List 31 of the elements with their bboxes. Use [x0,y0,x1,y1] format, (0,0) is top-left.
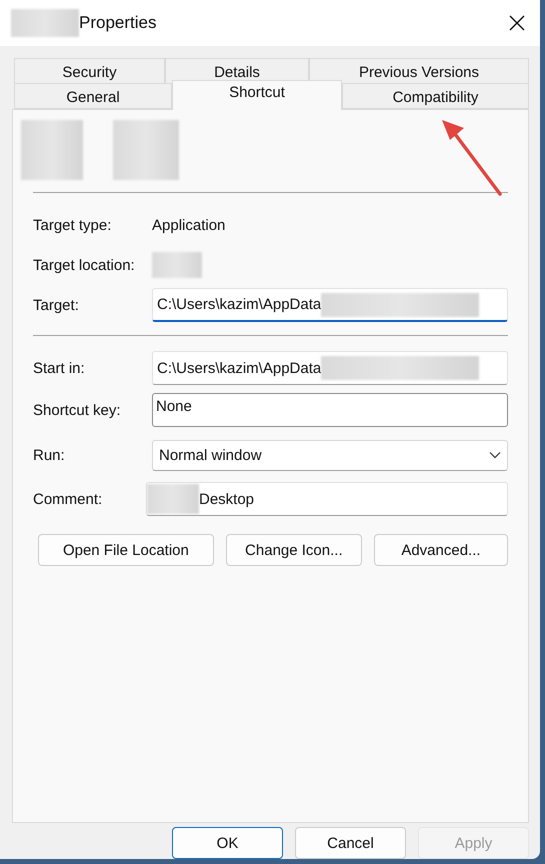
tab[interactable]: Shortcut [172,80,342,110]
blurred-block [147,484,199,514]
run-dropdown[interactable]: Normal window [152,440,508,470]
field-label: Run: [33,446,66,464]
action-button[interactable]: Open File Location [38,534,214,566]
action-button[interactable]: Change Icon... [226,534,362,566]
action-button[interactable]: Advanced... [374,534,508,566]
window-title: Properties [79,13,156,33]
blurred-block [113,120,179,180]
blurred-block [21,120,83,180]
close-icon [509,15,525,31]
field-label: Start in: [33,360,86,376]
hotkey-field[interactable]: None [152,393,508,427]
text-field[interactable]: C:\Users\kazim\AppData [152,351,508,385]
tab[interactable]: Compatibility [342,83,529,109]
comment-field[interactable]: Desktop [146,482,508,516]
dialog-button[interactable]: OK [172,827,283,859]
field-label: Target: [33,296,80,314]
field-label: Shortcut key: [33,402,122,418]
tab[interactable]: General [14,83,172,109]
tab[interactable]: Previous Versions [309,58,529,84]
blurred-block [11,9,79,37]
field-label: Target type: [33,216,112,234]
field-label: Target location: [33,256,136,274]
dialog-button[interactable]: Cancel [295,827,406,859]
field-label: Comment: [33,490,104,508]
field-value: Application [152,216,226,234]
text-field[interactable]: C:\Users\kazim\AppData [152,288,508,322]
chevron-down-icon [489,451,501,459]
tab[interactable]: Security [14,58,165,84]
blurred-block [152,252,202,278]
